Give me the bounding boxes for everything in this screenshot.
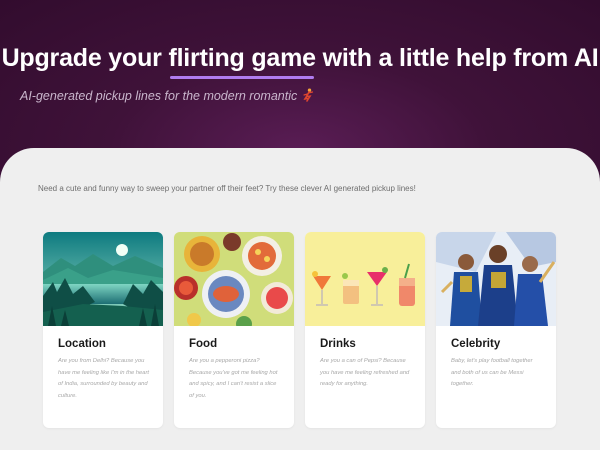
card-drinks[interactable]: Drinks Are you a can of Pepsi? Because y…	[305, 232, 425, 428]
card-description: Are you a pepperoni pizza? Because you'v…	[189, 358, 278, 399]
title-highlight: flirting game	[168, 44, 316, 79]
card-description: Baby, let's play football together and b…	[451, 358, 533, 387]
food-image	[174, 232, 294, 326]
card-title: Location	[58, 338, 106, 350]
location-image	[43, 232, 163, 326]
subtitle-text: AI-generated pickup lines for the modern…	[20, 89, 298, 103]
card-food[interactable]: Food Are you a pepperoni pizza? Because …	[174, 232, 294, 428]
card-title: Food	[189, 338, 218, 350]
card-description: Are you from Delhi? Because you have me …	[58, 358, 150, 399]
dancer-icon	[303, 88, 314, 102]
hero-banner: Upgrade your flirting game with a little…	[0, 0, 600, 160]
highlight-underline	[170, 76, 314, 79]
card-description: Are you a can of Pepsi? Because you have…	[320, 358, 410, 387]
content-panel: Need a cute and funny way to sweep your …	[0, 148, 600, 450]
page-subtitle: AI-generated pickup lines for the modern…	[20, 88, 315, 103]
drinks-image	[305, 232, 425, 326]
title-highlight-text: flirting game	[168, 44, 316, 72]
celebrity-image	[436, 232, 556, 326]
title-text-start: Upgrade your	[1, 44, 169, 72]
card-location[interactable]: Location Are you from Delhi? Because you…	[43, 232, 163, 428]
page-title: Upgrade your flirting game with a little…	[0, 44, 600, 79]
title-text-end: with a little help from AI	[315, 44, 599, 72]
card-title: Celebrity	[451, 338, 501, 350]
intro-text: Need a cute and funny way to sweep your …	[38, 184, 416, 193]
card-celebrity[interactable]: Celebrity Baby, let's play football toge…	[436, 232, 556, 428]
card-title: Drinks	[320, 338, 356, 350]
